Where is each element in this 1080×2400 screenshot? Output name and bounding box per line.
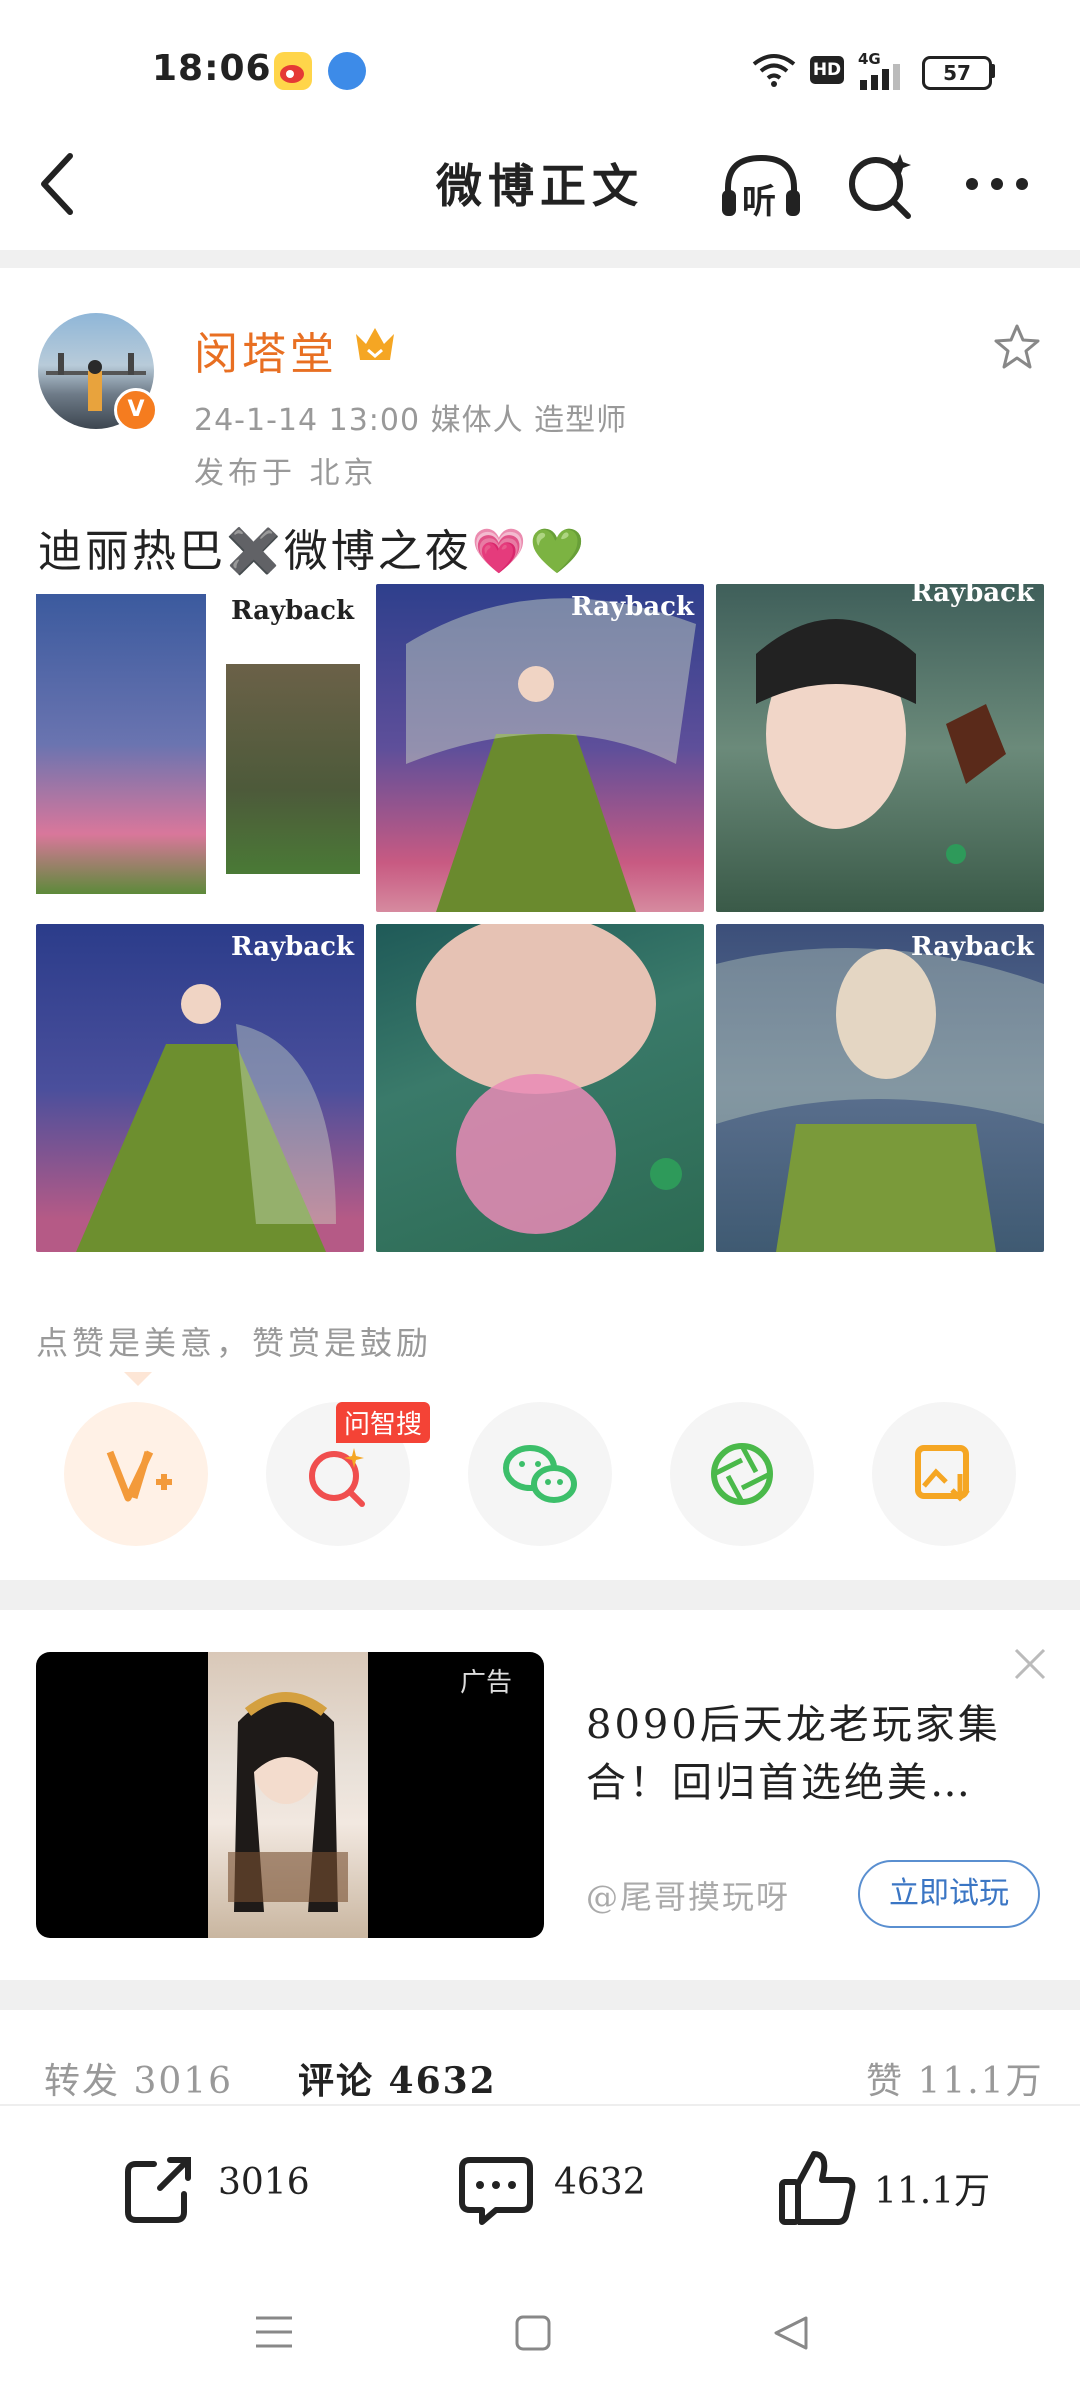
moments-aperture-icon [711,1443,773,1505]
battery-tip [990,64,995,78]
wechat-share-button[interactable] [468,1402,612,1546]
ai-search-icon[interactable] [846,150,916,226]
comment-button[interactable]: 4632 [456,2150,686,2230]
repost-button[interactable]: 3016 [120,2150,350,2230]
section-divider [0,1980,1080,2010]
tab-repost[interactable]: 转发 3016 [44,2052,233,2104]
moments-share-button[interactable] [670,1402,814,1546]
close-icon[interactable] [1010,1644,1050,1694]
verified-badge-icon: V [114,388,158,432]
post-meta: 24-1-14 13:00 媒体人 造型师 [194,403,628,438]
brand-logo: Rayback [910,932,1034,962]
repost-icon [125,2157,191,2223]
status-time: 18:06 [152,48,272,89]
comment-count: 4632 [554,2162,646,2203]
tab-like[interactable]: 赞 11.1万 [866,2052,1044,2104]
back-nav-icon[interactable] [772,2314,810,2356]
try-now-button[interactable]: 立即试玩 [858,1860,1040,1928]
like-count: 11.1万 [874,2171,991,2212]
listen-button[interactable]: 听 [718,150,804,222]
hd-icon: HD [810,56,844,84]
tab-comment[interactable]: 评论 4632 [298,2052,497,2104]
brand-logo: Rayback [230,596,354,626]
save-image-button[interactable] [872,1402,1016,1546]
menu-icon[interactable] [254,2314,294,2354]
ad-source[interactable]: @尾哥摸玩呀 [586,1872,790,1918]
page-title: 微博正文 [436,159,644,213]
post-location: 发布于 北京 [194,456,378,491]
section-divider [0,1580,1080,1610]
vip-crown-icon [352,322,398,372]
wifi-icon [752,52,796,92]
thumbs-up-icon [779,2151,856,2225]
signal-icon [858,64,906,94]
listen-label: 听 [742,182,776,222]
appreciation-text: 点赞是美意，赞赏是鼓励 [36,1324,433,1362]
post-image-3[interactable]: Rayback [716,584,1044,912]
like-button[interactable]: 11.1万 [776,2146,1006,2230]
ai-search-badge: 问智搜 [336,1402,431,1443]
post-image-1[interactable]: Rayback [36,584,364,912]
save-image-icon [915,1445,970,1502]
favorite-star-icon[interactable] [992,322,1042,376]
notification-app-icon [328,52,366,90]
post-text: 迪丽热巴✖️微博之夜💗💚 [38,526,588,577]
more-icon[interactable] [962,172,1032,200]
battery-indicator: 57 [922,56,992,90]
reward-button[interactable] [64,1402,208,1546]
reward-v-icon [106,1450,172,1502]
section-divider [0,250,1080,268]
brand-logo: Rayback [910,584,1034,608]
author-name[interactable]: 闵塔堂 [194,318,338,382]
post-image-4[interactable]: Rayback [36,924,364,1252]
weibo-app-icon [274,52,312,90]
ad-title[interactable]: 8090后天龙老玩家集合！回归首选绝美… [586,1696,1046,1812]
comment-icon [459,2157,533,2225]
home-icon[interactable] [514,2314,552,2356]
wechat-icon [503,1445,577,1503]
brand-logo: Rayback [570,592,694,622]
repost-count: 3016 [218,2162,310,2203]
post-image-6[interactable]: Rayback [716,924,1044,1252]
ad-thumbnail [208,1652,368,1938]
appreciation-pointer [124,1372,152,1386]
brand-logo: Rayback [230,932,354,962]
post-image-5[interactable] [376,924,704,1252]
post-image-2[interactable]: Rayback [376,584,704,912]
ad-label: 广告 [460,1668,513,1698]
